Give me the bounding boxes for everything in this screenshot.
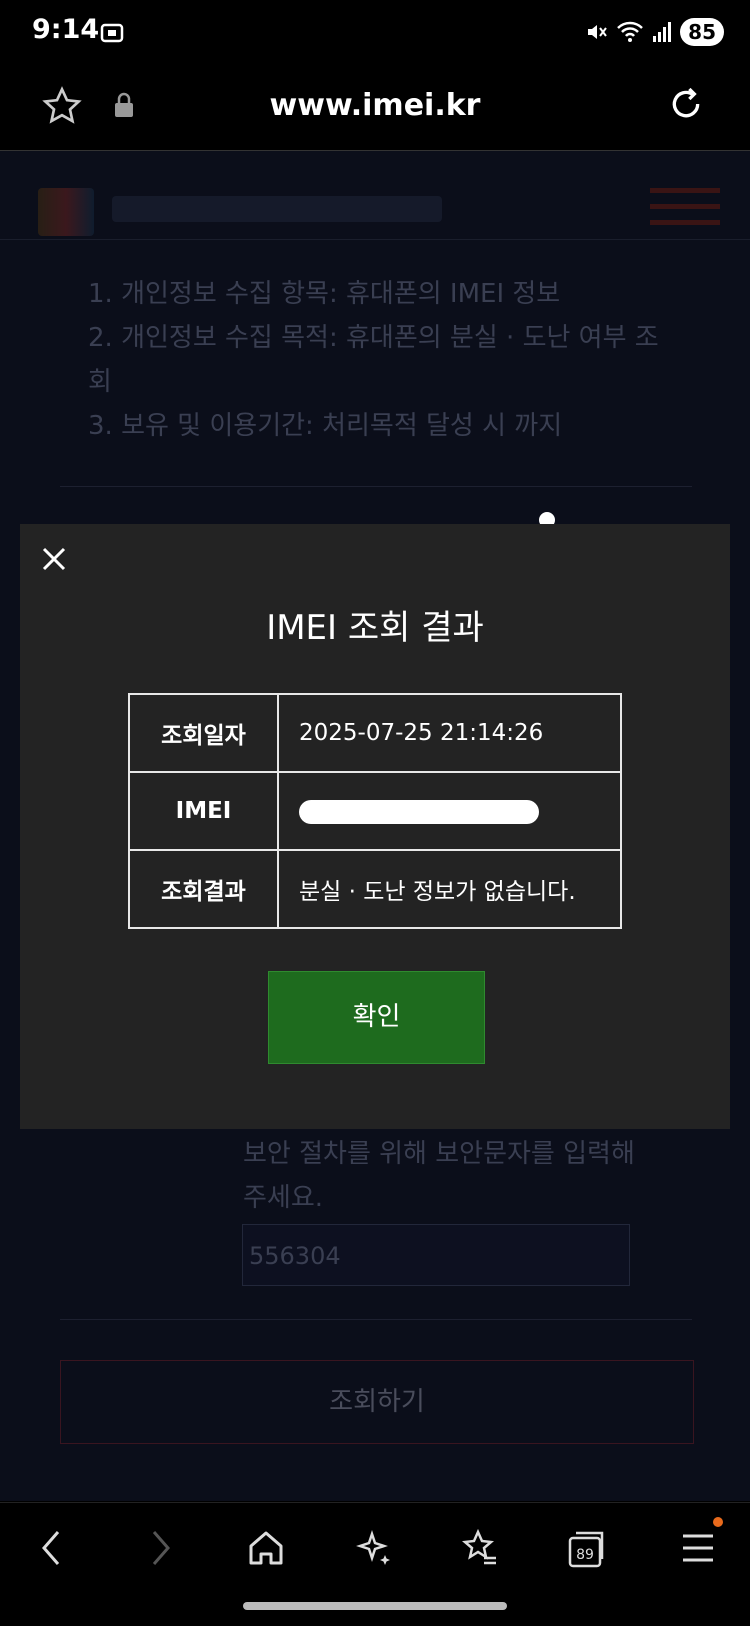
sparkle-icon[interactable] [354,1528,394,1568]
screenshot-icon [100,23,124,43]
row-value-redacted [277,771,622,851]
security-text: 보안 절차를 위해 보안문자를 입력해 주세요. [243,1132,663,1220]
mute-icon [588,25,607,39]
signal-icon [653,22,672,42]
tab-count: 89 [576,1547,594,1563]
captcha-input[interactable]: 556304 [242,1224,630,1286]
table-row: 조회일자 2025-07-25 21:14:26 [128,693,622,773]
url-text[interactable]: www.imei.kr [0,88,750,123]
table-row: IMEI [128,771,622,851]
wifi-icon [617,21,644,42]
modal-title: IMEI 조회 결과 [266,608,484,648]
site-logo[interactable] [38,188,94,236]
redaction-scribble [299,799,539,824]
close-icon[interactable] [40,545,68,573]
divider [60,1319,692,1320]
consent-line: 3. 보유 및 이용기간: 처리목적 달성 시 까지 [88,411,563,441]
result-table: 조회일자 2025-07-25 21:14:26 IMEI 조회결과 분실 · … [128,693,622,929]
tabs-icon[interactable]: 89 [566,1528,608,1570]
menu-icon[interactable] [680,1528,716,1568]
status-icons: 85 [584,18,724,46]
home-icon[interactable] [246,1528,286,1568]
consent-text: 1. 개인정보 수집 항목: 휴대폰의 IMEI 정보 2. 개인정보 수집 목… [88,272,708,448]
consent-line: 회 [88,367,112,397]
divider [60,486,692,487]
battery-level: 85 [680,18,724,46]
consent-line: 2. 개인정보 수집 목적: 휴대폰의 분실 · 도난 여부 조 [88,323,659,353]
captcha-input-value: 556304 [249,1242,341,1270]
table-row: 조회결과 분실 · 도난 정보가 없습니다. [128,849,622,929]
security-text-line: 주세요. [243,1183,324,1213]
lookup-button[interactable]: 조회하기 [60,1360,694,1444]
reload-icon[interactable] [666,84,706,124]
site-menu-icon[interactable] [650,188,720,228]
security-text-line: 보안 절차를 위해 보안문자를 입력해 [243,1139,635,1169]
row-value: 2025-07-25 21:14:26 [277,693,622,773]
status-time: 9:14 [32,14,100,45]
notification-dot [713,1517,723,1527]
bookmarks-icon[interactable] [460,1528,500,1568]
row-label: IMEI [128,771,279,851]
home-indicator[interactable] [243,1602,507,1610]
row-label: 조회결과 [128,849,279,929]
row-label: 조회일자 [128,693,279,773]
forward-icon[interactable] [146,1528,174,1568]
back-icon[interactable] [38,1528,66,1568]
confirm-button[interactable]: 확인 [268,971,485,1064]
row-value: 분실 · 도난 정보가 없습니다. [277,849,622,929]
consent-line: 1. 개인정보 수집 항목: 휴대폰의 IMEI 정보 [88,279,561,309]
site-logo-text [112,196,442,222]
